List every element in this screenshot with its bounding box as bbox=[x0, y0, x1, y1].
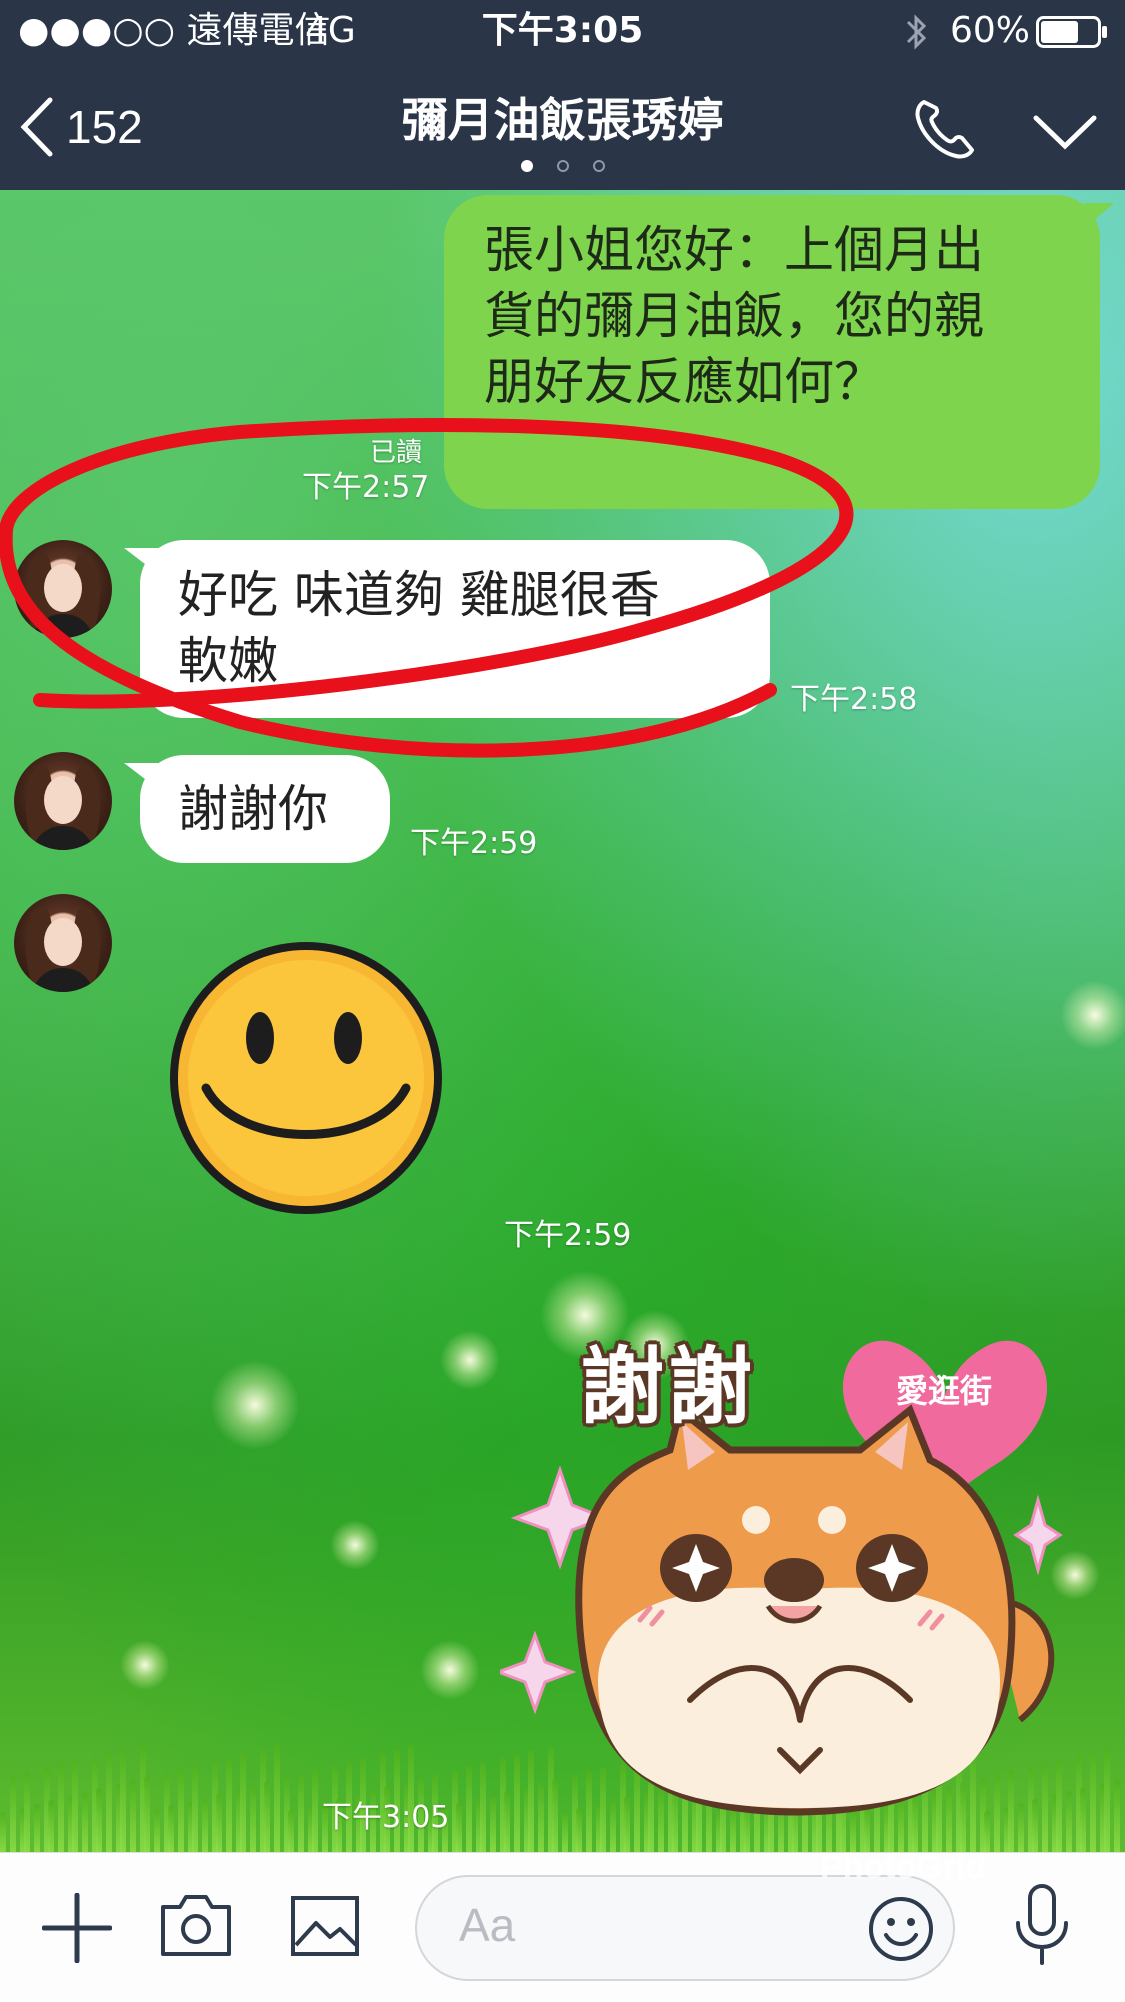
grass-blade bbox=[288, 1810, 294, 1852]
grass-blade bbox=[192, 1764, 198, 1852]
incoming-message[interactable]: 好吃 味道夠 雞腿很香 軟嫩 bbox=[124, 540, 770, 718]
message-line: 軟嫩 bbox=[178, 632, 278, 690]
top-bar: ●●●○○ 遠傳電信 4G 下午3:05 60% 152 彌月油飯張琇婷 bbox=[0, 0, 1125, 190]
message-time: 下午2:57 bbox=[302, 470, 430, 505]
grass-blade bbox=[456, 1803, 462, 1852]
grass-blade bbox=[48, 1800, 54, 1852]
contact-avatar[interactable] bbox=[14, 752, 112, 850]
emoji-icon bbox=[869, 1897, 933, 1961]
grass-blade bbox=[24, 1771, 30, 1852]
grass-blade bbox=[130, 1780, 136, 1852]
grass-blade bbox=[312, 1769, 318, 1852]
call-button[interactable] bbox=[910, 94, 980, 164]
sparkle-light bbox=[120, 1640, 170, 1690]
message-text-field[interactable] bbox=[457, 1897, 841, 1953]
phone-icon bbox=[915, 100, 974, 159]
grass-blade bbox=[178, 1768, 184, 1852]
grass-blade bbox=[202, 1797, 208, 1852]
grass-blade bbox=[226, 1756, 232, 1852]
page-dot-2 bbox=[556, 160, 569, 172]
grass-blade bbox=[10, 1775, 16, 1852]
mic-button[interactable] bbox=[1012, 1883, 1072, 1971]
sticker-badge: 愛逛街 bbox=[895, 1372, 992, 1410]
image-icon bbox=[291, 1896, 359, 1956]
message-line: 好吃 味道夠 雞腿很香 bbox=[178, 566, 660, 624]
grass-blade bbox=[298, 1773, 304, 1852]
grass-blade bbox=[250, 1785, 256, 1852]
message-time: 下午2:59 bbox=[410, 826, 538, 861]
plus-icon bbox=[41, 1892, 113, 1964]
message-line: 張小姐您好：上個月出 bbox=[484, 221, 984, 279]
grass-blade bbox=[72, 1759, 78, 1852]
grass-blade bbox=[264, 1781, 270, 1852]
chat-header: 152 彌月油飯張琇婷 bbox=[0, 62, 1125, 190]
grass-blade bbox=[34, 1804, 40, 1852]
battery-icon bbox=[1036, 16, 1108, 52]
message-time: 下午3:05 bbox=[322, 1800, 450, 1835]
grass-blade bbox=[106, 1751, 112, 1852]
message-line: 朋好友反應如何？ bbox=[484, 353, 884, 411]
grass-blade bbox=[216, 1793, 222, 1852]
sparkle-light bbox=[210, 1360, 300, 1450]
page-dot-1 bbox=[520, 160, 533, 172]
mic-icon bbox=[1016, 1884, 1068, 1965]
message-time: 下午2:59 bbox=[504, 1218, 632, 1253]
bubble-tail bbox=[124, 548, 158, 574]
grass-blade bbox=[240, 1752, 246, 1852]
grass-blade bbox=[0, 1812, 6, 1852]
grass-blade bbox=[120, 1747, 126, 1852]
collapse-button[interactable] bbox=[1030, 102, 1100, 162]
grass-blade bbox=[466, 1766, 472, 1852]
grass-blade bbox=[58, 1763, 64, 1852]
camera-button[interactable] bbox=[160, 1893, 232, 1961]
sticker-caption: 謝謝 bbox=[580, 1338, 757, 1436]
message-input[interactable] bbox=[415, 1875, 955, 1981]
sparkle-light bbox=[420, 1640, 480, 1700]
outgoing-message[interactable]: 張小姐您好：上個月出 貨的彌月油飯，您的親 朋好友反應如何？ bbox=[444, 195, 1114, 509]
contact-avatar[interactable] bbox=[14, 540, 112, 638]
chevron-down-icon bbox=[1033, 115, 1097, 150]
status-bar: ●●●○○ 遠傳電信 4G 下午3:05 60% bbox=[0, 0, 1125, 62]
emoji-button[interactable] bbox=[867, 1895, 935, 1967]
grass-blade bbox=[1114, 1779, 1120, 1852]
page-dot-3 bbox=[592, 160, 605, 172]
message-time: 下午2:58 bbox=[790, 682, 918, 717]
sparkle-light bbox=[440, 1330, 500, 1390]
grass-blade bbox=[168, 1805, 174, 1852]
smiley-sticker[interactable] bbox=[168, 940, 444, 1216]
contact-avatar[interactable] bbox=[14, 894, 112, 992]
message-line: 謝謝你 bbox=[178, 780, 328, 838]
bubble-tail bbox=[1084, 203, 1114, 229]
grass-blade bbox=[1104, 1746, 1110, 1852]
incoming-message[interactable]: 謝謝你 bbox=[124, 755, 390, 863]
camera-icon bbox=[161, 1895, 231, 1956]
bubble-tail bbox=[124, 763, 158, 789]
sparkle-light bbox=[1060, 980, 1125, 1050]
shiba-thanks-sticker[interactable]: 謝謝 愛逛街 bbox=[493, 1300, 1100, 1820]
grass-blade bbox=[490, 1795, 496, 1852]
image-button[interactable] bbox=[290, 1895, 360, 1961]
message-line: 貨的彌月油飯，您的親 bbox=[484, 287, 984, 345]
battery-percent: 60% bbox=[950, 10, 1031, 51]
sparkle-light bbox=[330, 1520, 380, 1570]
grass-blade bbox=[82, 1792, 88, 1852]
grass-blade bbox=[274, 1744, 280, 1852]
grass-blade bbox=[96, 1788, 102, 1852]
grass-blade bbox=[144, 1776, 150, 1852]
grass-blade bbox=[480, 1762, 486, 1852]
bluetooth-icon bbox=[906, 12, 928, 56]
grass-blade bbox=[154, 1809, 160, 1852]
photogrid-watermark: PhotoGrid bbox=[820, 1848, 987, 1886]
plus-button[interactable] bbox=[41, 1892, 113, 1967]
